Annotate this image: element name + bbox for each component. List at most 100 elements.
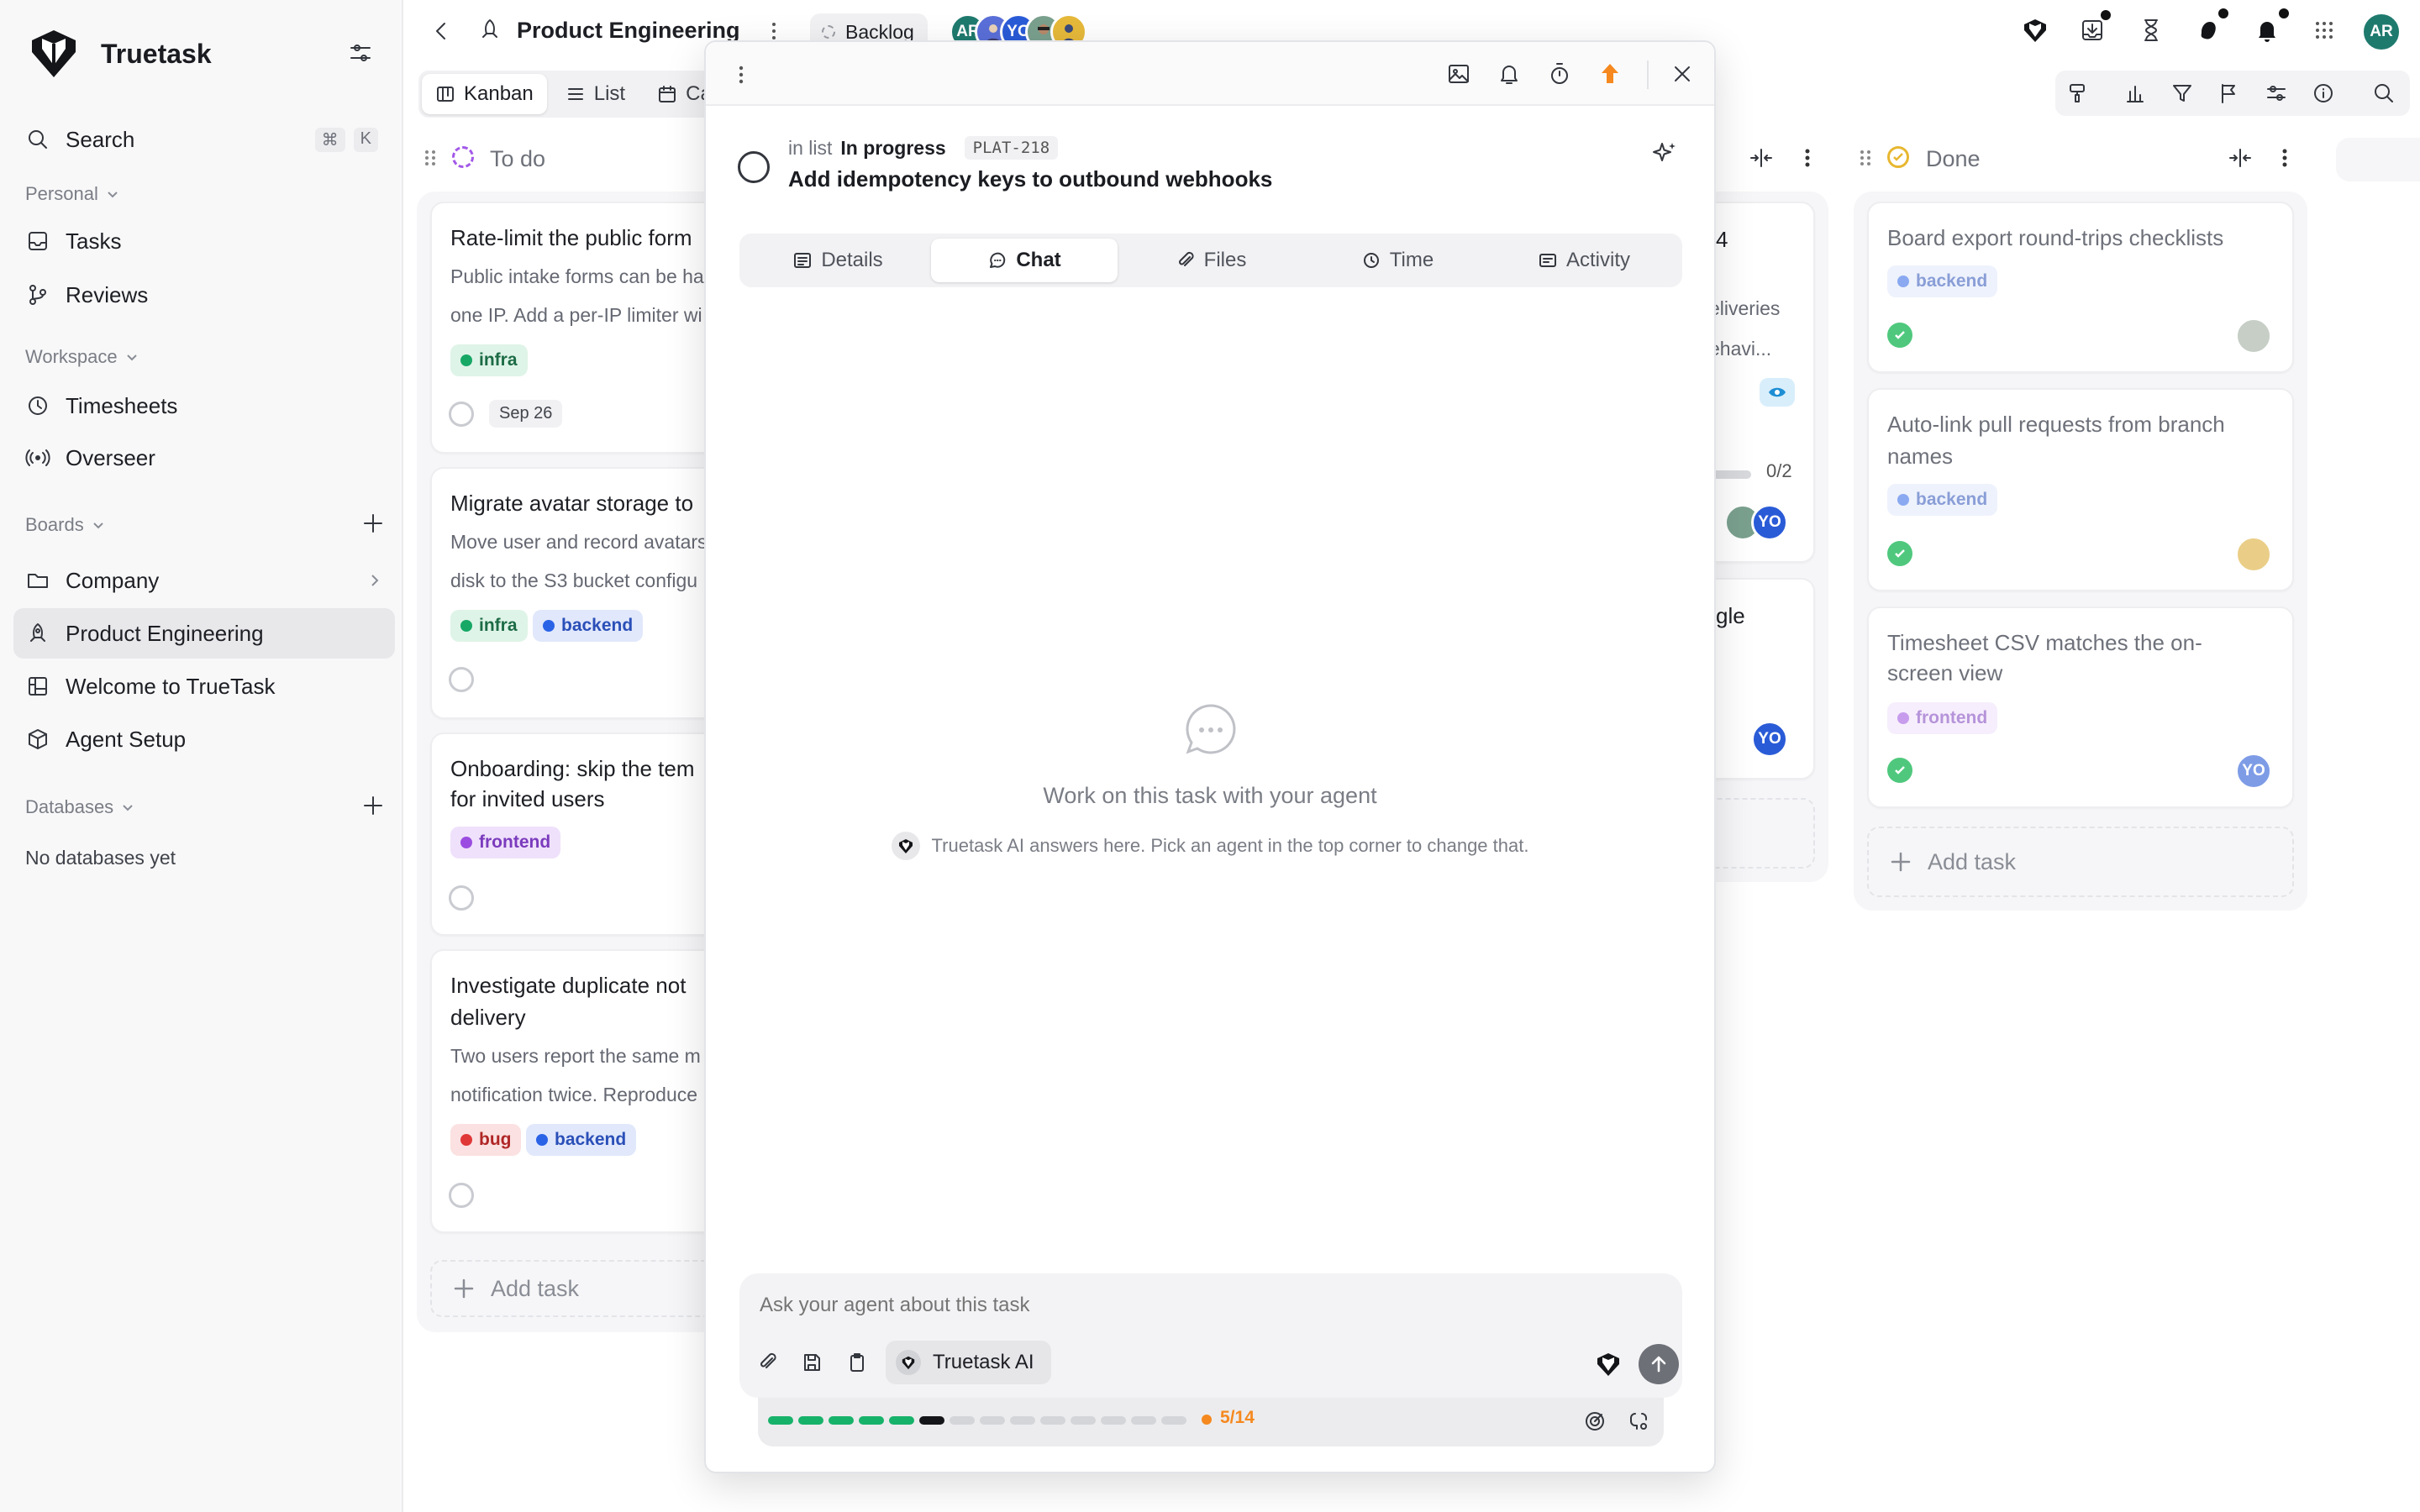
- chevron-down-icon: [108, 192, 118, 198]
- task-card[interactable]: Onboarding: skip the tem for invited use…: [430, 732, 733, 936]
- clipboard-icon[interactable]: [845, 1351, 869, 1374]
- section-personal[interactable]: Personal: [25, 183, 120, 205]
- list-name[interactable]: In progress: [840, 137, 945, 160]
- user-avatar[interactable]: AR: [2361, 12, 2402, 52]
- tab-details[interactable]: Details: [744, 239, 931, 282]
- add-column-stub[interactable]: [2336, 138, 2420, 181]
- task-card[interactable]: Migrate avatar storage to Move user and …: [430, 467, 733, 719]
- target-icon[interactable]: [1583, 1410, 1607, 1433]
- avatar-photo[interactable]: [2235, 318, 2272, 354]
- chat-input[interactable]: [760, 1287, 1650, 1324]
- avatar[interactable]: YO: [1751, 721, 1788, 758]
- tab-kanban[interactable]: Kanban: [422, 74, 547, 114]
- image-icon[interactable]: [1445, 60, 1472, 87]
- more-vertical-icon[interactable]: [731, 62, 751, 87]
- broadcast-icon: [25, 449, 50, 466]
- task-card[interactable]: Investigate duplicate not delivery Two u…: [430, 949, 733, 1233]
- sidebar-item-tasks[interactable]: Tasks: [13, 216, 395, 266]
- tab-list[interactable]: List: [552, 74, 639, 114]
- drag-handle-icon[interactable]: [1857, 148, 1874, 168]
- section-databases[interactable]: Databases: [25, 796, 135, 818]
- drag-handle-icon[interactable]: [422, 148, 439, 168]
- more-vertical-icon[interactable]: [1795, 144, 1820, 171]
- sidebar-item-product-engineering[interactable]: Product Engineering: [13, 608, 395, 659]
- sidebar-item-agent-setup[interactable]: Agent Setup: [13, 714, 395, 764]
- chat-bubble-icon: [1186, 704, 1236, 754]
- list-prefix: in list: [788, 136, 833, 159]
- bell-outline-icon[interactable]: [1496, 60, 1523, 87]
- clock-icon: [1363, 253, 1379, 268]
- filter-icon[interactable]: [2170, 81, 2195, 106]
- tag-infra: infra: [450, 610, 528, 642]
- tab-chat[interactable]: Chat: [931, 239, 1118, 282]
- completed-check-icon[interactable]: [1887, 323, 1912, 348]
- collapse-column-icon[interactable]: [1748, 144, 1775, 171]
- task-card[interactable]: Auto-link pull requests from branch name…: [1867, 388, 2294, 591]
- sidebar-item-welcome[interactable]: Welcome to TrueTask: [13, 661, 395, 711]
- sidebar-item-reviews[interactable]: Reviews: [13, 270, 395, 320]
- sliders-icon[interactable]: [2264, 81, 2289, 106]
- complete-checkbox[interactable]: [449, 885, 474, 911]
- save-icon[interactable]: [800, 1351, 823, 1374]
- task-card[interactable]: Timesheet CSV matches the on- screen vie…: [1867, 606, 2294, 808]
- task-id-badge[interactable]: PLAT-218: [964, 136, 1059, 160]
- sparkle-icon[interactable]: [1650, 139, 1679, 168]
- card-title: names: [1887, 444, 1954, 469]
- truetask-logo-icon[interactable]: [1595, 1351, 1622, 1378]
- watching-badge[interactable]: [1760, 378, 1795, 407]
- add-database-button[interactable]: [356, 789, 390, 822]
- tab-files[interactable]: Files: [1118, 239, 1304, 282]
- avatar[interactable]: YO: [1751, 504, 1788, 541]
- tab-activity[interactable]: Activity: [1491, 239, 1677, 282]
- tab-time[interactable]: Time: [1304, 239, 1491, 282]
- collapse-column-icon[interactable]: [2227, 144, 2254, 171]
- task-card[interactable]: Rate-limit the public form Public intake…: [430, 202, 733, 454]
- task-card[interactable]: Board export round-trips checklists back…: [1867, 202, 2294, 373]
- modal-tabs: Details Chat Files Time Activity: [739, 234, 1682, 287]
- bell-icon[interactable]: [2254, 17, 2281, 44]
- section-workspace[interactable]: Workspace: [25, 346, 139, 368]
- avatar-photo[interactable]: [2235, 536, 2272, 573]
- brain-settings-icon[interactable]: [1627, 1410, 1650, 1433]
- progress-segment: [919, 1416, 944, 1425]
- info-icon[interactable]: [2311, 81, 2336, 106]
- complete-checkbox[interactable]: [449, 1183, 474, 1208]
- sidebar-item-company[interactable]: Company: [13, 555, 395, 606]
- complete-checkbox[interactable]: [449, 667, 474, 692]
- sliders-icon[interactable]: [348, 40, 373, 66]
- sidebar-item-timesheets[interactable]: Timesheets: [13, 381, 395, 431]
- agent-hand-icon[interactable]: [2195, 17, 2222, 44]
- completed-check-icon[interactable]: [1887, 541, 1912, 566]
- plus-icon: [454, 1278, 474, 1299]
- agent-selector[interactable]: Truetask AI: [886, 1341, 1051, 1384]
- search-icon[interactable]: [2371, 81, 2396, 106]
- flag-icon[interactable]: [2217, 81, 2242, 106]
- paperclip-icon[interactable]: [756, 1351, 780, 1374]
- send-button[interactable]: [1639, 1344, 1679, 1384]
- complete-task-checkbox[interactable]: [738, 151, 770, 183]
- add-task-button[interactable]: Add task: [1867, 827, 2294, 897]
- sidebar-search[interactable]: Search ⌘ K: [13, 114, 395, 165]
- avatar[interactable]: YO: [2235, 753, 2272, 790]
- task-title[interactable]: Add idempotency keys to outbound webhook…: [788, 166, 1272, 192]
- completed-check-icon[interactable]: [1887, 758, 1912, 783]
- hourglass-icon[interactable]: [2138, 17, 2165, 44]
- brand[interactable]: Truetask: [27, 27, 212, 81]
- chart-icon[interactable]: [2123, 81, 2148, 106]
- apps-grid-icon[interactable]: [2311, 17, 2338, 44]
- download-inbox-icon[interactable]: [2079, 17, 2106, 44]
- more-vertical-icon[interactable]: [2272, 144, 2297, 171]
- timer-icon[interactable]: [1546, 60, 1573, 87]
- databases-empty-text: No databases yet: [25, 847, 176, 869]
- add-board-button[interactable]: [356, 507, 390, 540]
- priority-up-icon[interactable]: [1597, 60, 1623, 87]
- back-arrow-icon[interactable]: [429, 18, 454, 44]
- close-icon[interactable]: [1669, 60, 1696, 87]
- complete-checkbox[interactable]: [449, 402, 474, 427]
- due-date[interactable]: Sep 26: [489, 400, 563, 428]
- section-boards[interactable]: Boards: [25, 514, 106, 536]
- sidebar-item-overseer[interactable]: Overseer: [13, 433, 395, 483]
- truetask-logo-icon[interactable]: [2022, 17, 2049, 44]
- add-task-button[interactable]: Add task: [430, 1260, 733, 1317]
- paint-icon[interactable]: [2065, 81, 2091, 106]
